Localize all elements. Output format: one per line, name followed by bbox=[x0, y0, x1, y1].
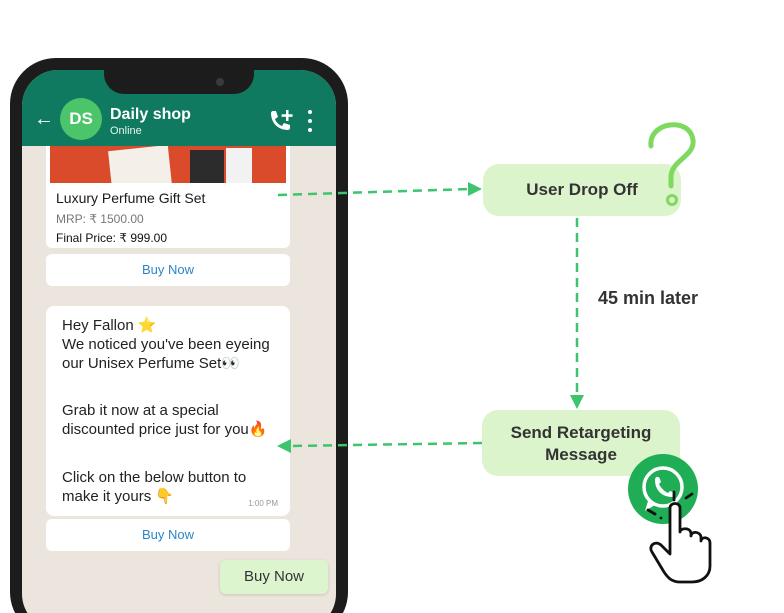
phone-notch bbox=[104, 70, 254, 94]
camera-icon bbox=[216, 78, 224, 86]
